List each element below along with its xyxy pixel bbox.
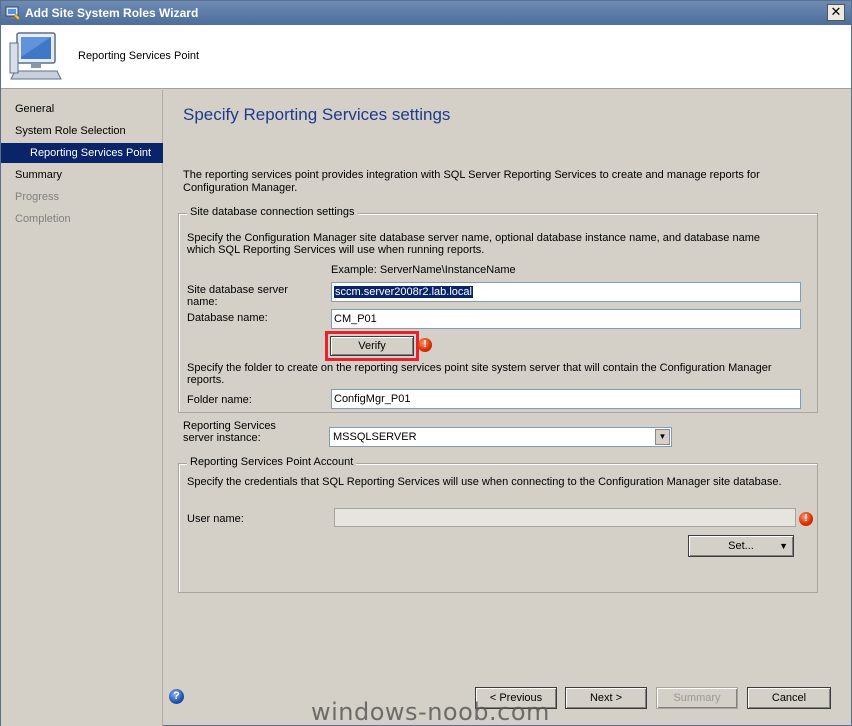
username-error-icon: ! — [799, 512, 813, 526]
username-label: User name: — [187, 513, 244, 525]
nav-item-completion: Completion — [15, 213, 71, 225]
nav-item-progress: Progress — [15, 191, 60, 203]
summary-button: Summary — [656, 687, 738, 709]
help-icon[interactable]: ? — [169, 689, 184, 704]
verify-button[interactable]: Verify — [330, 336, 414, 356]
folder-name-label: Folder name: — [187, 394, 252, 406]
set-dropdown-arrow-icon: ▼ — [779, 541, 788, 551]
wizard-header: Reporting Services Point — [1, 25, 851, 89]
page-description: The reporting services point provides in… — [183, 169, 760, 194]
site-db-server-input[interactable]: sccm.server2008r2.lab.local — [331, 282, 801, 302]
verify-error-icon: ! — [418, 338, 432, 352]
header-title: Reporting Services Point — [78, 50, 200, 62]
username-input — [334, 508, 796, 527]
nav-item-reporting-services-point[interactable]: Reporting Services Point — [1, 143, 163, 163]
computer-icon — [9, 32, 62, 80]
database-name-label: Database name: — [187, 312, 268, 324]
server-instance-label: Reporting Services server instance: — [183, 420, 276, 444]
server-name-example: Example: ServerName\InstanceName — [331, 264, 516, 276]
site-db-connection-group: Site database connection settings Specif… — [178, 206, 818, 413]
rsp-account-instructions: Specify the credentials that SQL Reporti… — [187, 476, 782, 488]
rsp-account-group-label: Reporting Services Point Account — [187, 456, 357, 468]
nav-item-system-role-selection[interactable]: System Role Selection — [1, 121, 163, 141]
server-instance-value: MSSQLSERVER — [333, 431, 417, 443]
site-db-server-value: sccm.server2008r2.lab.local — [334, 286, 473, 298]
close-button[interactable]: ✕ — [827, 4, 845, 21]
folder-name-input[interactable]: ConfigMgr_P01 — [331, 389, 801, 409]
cancel-button[interactable]: Cancel — [747, 687, 831, 709]
nav-item-general[interactable]: General — [1, 99, 163, 119]
nav-item-summary[interactable]: Summary — [1, 165, 163, 185]
watermark-text: windows-noob.com — [311, 698, 550, 726]
wizard-steps-sidebar: General System Role Selection Reporting … — [1, 90, 163, 726]
set-button-label: Set... — [728, 540, 754, 552]
next-button[interactable]: Next > — [565, 687, 647, 709]
wizard-window: Add Site System Roles Wizard ✕ Reporting… — [0, 0, 852, 726]
dropdown-arrow-icon[interactable]: ▼ — [655, 429, 670, 445]
wizard-content: Specify Reporting Services settings The … — [164, 90, 851, 670]
folder-instructions: Specify the folder to create on the repo… — [187, 362, 772, 386]
site-db-instructions: Specify the Configuration Manager site d… — [187, 232, 760, 256]
server-name-label: Site database server name: — [187, 284, 288, 308]
set-button[interactable]: Set... ▼ — [688, 535, 794, 557]
window-title: Add Site System Roles Wizard — [25, 6, 199, 20]
rsp-account-group: Reporting Services Point Account Specify… — [178, 456, 818, 593]
server-instance-select[interactable]: MSSQLSERVER ▼ — [329, 427, 672, 447]
site-db-group-label: Site database connection settings — [187, 206, 358, 218]
help-glyph: ? — [173, 690, 180, 702]
database-name-input[interactable]: CM_P01 — [331, 309, 801, 329]
title-bar[interactable]: Add Site System Roles Wizard ✕ — [1, 1, 851, 25]
close-icon: ✕ — [830, 4, 842, 19]
page-title: Specify Reporting Services settings — [183, 105, 451, 124]
wizard-app-icon — [5, 6, 21, 21]
